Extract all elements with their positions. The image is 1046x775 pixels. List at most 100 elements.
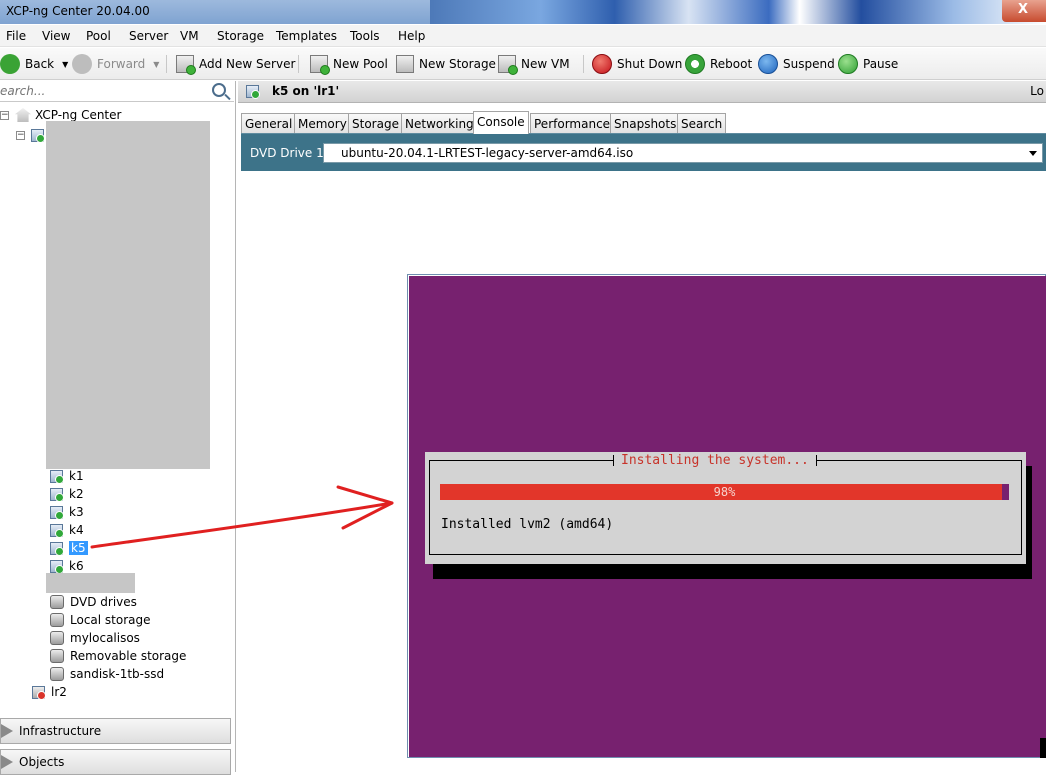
vm-label-selected: k5 (69, 541, 88, 555)
suspend-label: Suspend (783, 57, 835, 71)
menu-pool[interactable]: Pool (86, 29, 111, 43)
host-icon (31, 128, 45, 143)
reboot-icon (685, 54, 705, 74)
forward-button[interactable]: Forward ▼ (72, 53, 159, 75)
new-vm-icon (498, 55, 518, 75)
back-label: Back (25, 57, 55, 71)
menu-view[interactable]: View (42, 29, 70, 43)
progress-percent: 98% (713, 485, 736, 499)
suspend-button[interactable]: Suspend (758, 53, 835, 75)
suspend-icon (758, 54, 778, 74)
main-header: k5 on 'lr1' Lo (238, 81, 1046, 103)
vm-label: k4 (69, 523, 84, 537)
shutdown-label: Shut Down (617, 57, 683, 71)
add-server-icon (176, 55, 196, 75)
shutdown-button[interactable]: Shut Down (592, 53, 682, 75)
desktop-background (430, 0, 1046, 24)
storage-icon (50, 595, 64, 609)
infrastructure-tab[interactable]: Infrastructure (0, 718, 231, 744)
vm-running-icon (50, 505, 64, 520)
vm-running-icon (50, 487, 64, 502)
tree-vm-k4[interactable]: k4 (50, 521, 84, 539)
forward-dropdown-icon[interactable]: ▼ (153, 60, 159, 69)
dvd-drive-label: DVD Drive 1: (250, 146, 328, 160)
pause-button[interactable]: Pause (838, 53, 898, 75)
default-storage-icon (50, 613, 64, 627)
dvd-drive-bar: DVD Drive 1: ubuntu-20.04.1-LRTEST-legac… (241, 133, 1046, 171)
back-dropdown-icon[interactable]: ▼ (62, 60, 68, 69)
power-icon (592, 54, 612, 74)
home-icon (15, 108, 31, 122)
vm-label: k1 (69, 469, 84, 483)
search-icon[interactable] (212, 83, 226, 97)
menu-server[interactable]: Server (129, 29, 168, 43)
tab-networking[interactable]: Networking (401, 113, 478, 133)
tab-search[interactable]: Search (677, 113, 727, 133)
toolbar-separator (298, 55, 299, 73)
chevron-down-icon[interactable] (1029, 151, 1037, 156)
sr-label: sandisk-1tb-ssd (70, 667, 165, 681)
dvd-drive-select[interactable]: ubuntu-20.04.1-LRTEST-legacy-server-amd6… (323, 143, 1043, 163)
sr-label: DVD drives (70, 595, 137, 609)
tree-vm-k2[interactable]: k2 (50, 485, 84, 503)
tree-sr-sandisk[interactable]: sandisk-1tb-ssd (50, 665, 164, 683)
tree-sr-removable[interactable]: Removable storage (50, 647, 186, 665)
dialog-border (429, 460, 1022, 555)
new-vm-button[interactable]: New VM (498, 53, 570, 75)
tree-sr-mylocalisos[interactable]: mylocalisos (50, 629, 140, 647)
close-icon: X (1018, 2, 1029, 17)
sr-label: Local storage (70, 613, 151, 627)
tree-sr-local[interactable]: Local storage (50, 611, 151, 629)
menu-help[interactable]: Help (398, 29, 425, 43)
vm-running-icon (50, 541, 64, 556)
search-input[interactable] (0, 81, 206, 101)
page-title: k5 on 'lr1' (272, 84, 340, 98)
menu-templates[interactable]: Templates (276, 29, 337, 43)
tab-performance[interactable]: Performance (530, 113, 615, 133)
tab-general[interactable]: General (241, 113, 297, 133)
storage-icon (50, 667, 64, 681)
new-pool-button[interactable]: New Pool (310, 53, 388, 75)
tree-sr-dvd[interactable]: DVD drives (50, 593, 137, 611)
tree-vm-k1[interactable]: k1 (50, 467, 84, 485)
infrastructure-label: Infrastructure (19, 724, 102, 738)
objects-icon (1, 755, 13, 769)
menu-tools[interactable]: Tools (350, 29, 380, 43)
menu-storage[interactable]: Storage (217, 29, 264, 43)
back-button[interactable]: Back ▼ (0, 53, 68, 75)
add-server-label: Add New Server (199, 57, 296, 71)
tree-host-lr1[interactable]: − (16, 126, 50, 144)
install-progress-bar: 98% (440, 484, 1009, 500)
new-storage-label: New Storage (419, 57, 496, 71)
tab-strip: General Memory Storage Networking Consol… (238, 111, 1046, 134)
new-storage-button[interactable]: New Storage (396, 53, 496, 75)
collapse-icon[interactable]: − (0, 110, 9, 120)
vm-label: k2 (69, 487, 84, 501)
menu-vm[interactable]: VM (180, 29, 199, 43)
install-dialog: Installing the system... 98% Installed l… (425, 452, 1026, 564)
tab-memory[interactable]: Memory (294, 113, 351, 133)
tree-root-label: XCP-ng Center (35, 108, 122, 122)
tree-vm-k3[interactable]: k3 (50, 503, 84, 521)
sr-label: Removable storage (70, 649, 187, 663)
add-new-server-button[interactable]: Add New Server (176, 53, 295, 75)
objects-tab[interactable]: Objects (0, 749, 231, 775)
tab-console[interactable]: Console (473, 111, 529, 134)
reboot-label: Reboot (710, 57, 753, 71)
tree-host-lr2[interactable]: lr2 (32, 683, 67, 701)
forward-label: Forward (97, 57, 146, 71)
vm-running-icon (246, 85, 260, 99)
collapse-icon[interactable]: − (16, 130, 25, 140)
menu-file[interactable]: File (6, 29, 26, 43)
tree-vm-k5[interactable]: k5 (50, 539, 88, 557)
host-label: lr2 (51, 685, 67, 699)
tab-snapshots[interactable]: Snapshots (610, 113, 681, 133)
vm-running-icon (50, 559, 64, 574)
header-right-text: Lo (1030, 84, 1044, 98)
reboot-button[interactable]: Reboot (685, 53, 752, 75)
tab-storage[interactable]: Storage (348, 113, 403, 133)
toolbar-separator (583, 55, 584, 73)
console-edge (1040, 738, 1046, 758)
close-button[interactable]: X (1002, 0, 1046, 22)
menu-bar: File View Pool Server VM Storage Templat… (0, 25, 1046, 47)
